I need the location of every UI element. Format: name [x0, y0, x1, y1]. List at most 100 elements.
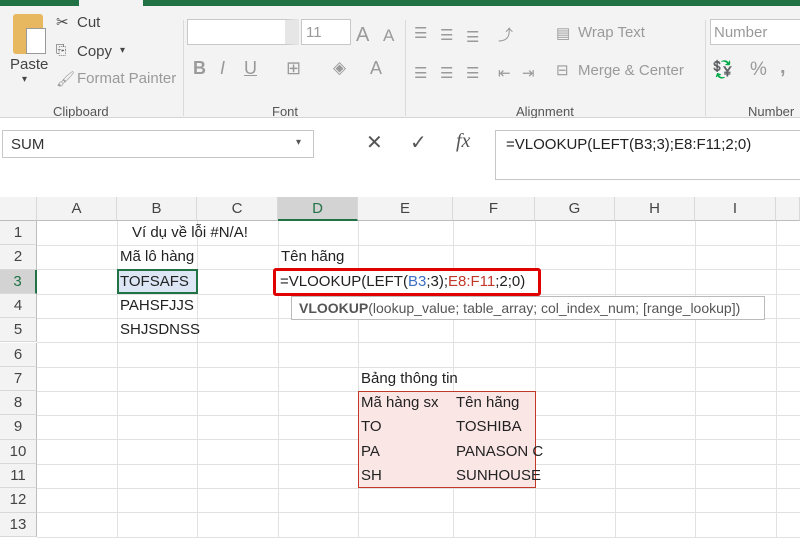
font-group-label: Font [272, 104, 299, 119]
cell-f8[interactable]: Tên hãng [453, 391, 519, 415]
paste-dropdown-icon[interactable]: ▾ [22, 74, 27, 85]
cell-e10[interactable]: PA [358, 440, 380, 464]
row-gridline [37, 342, 800, 344]
name-box[interactable]: SUM [2, 130, 314, 158]
row-header-4[interactable]: 4 [0, 293, 37, 319]
cell-b3[interactable]: TOFSAFS [117, 270, 189, 294]
row-header-9[interactable]: 9 [0, 415, 37, 440]
formula-input[interactable]: =VLOOKUP(LEFT(B3;3);E8:F11;2;0) [495, 130, 800, 180]
column-header-c[interactable]: C [197, 197, 278, 221]
cell-b4[interactable]: PAHSFJJS [117, 294, 194, 318]
wrap-text-icon[interactable]: ▤ [556, 24, 570, 42]
fill-color-icon[interactable]: ◈ [333, 58, 346, 78]
cell-f9[interactable]: TOSHIBA [453, 415, 522, 439]
borders-icon[interactable]: ⊞ [286, 58, 301, 79]
column-header-i[interactable]: I [695, 197, 776, 221]
clipboard-group-label: Clipboard [53, 104, 109, 119]
paste-icon[interactable] [13, 14, 46, 54]
font-color-button[interactable]: A [370, 58, 382, 79]
format-painter-icon[interactable]: 🖌 [56, 70, 75, 88]
increase-indent-icon[interactable]: ⇥ [522, 64, 535, 82]
number-format-select[interactable]: Number [710, 19, 800, 45]
align-middle-icon[interactable]: ☰ [440, 26, 453, 44]
align-top-icon[interactable]: ☰ [414, 24, 427, 42]
align-left-icon[interactable]: ☰ [414, 64, 427, 82]
row-header-7[interactable]: 7 [0, 366, 37, 392]
font-name-select[interactable] [187, 19, 299, 45]
bold-button[interactable]: B [193, 58, 206, 79]
row-header-5[interactable]: 5 [0, 318, 37, 343]
cell-e7[interactable]: Bảng thông tin [358, 367, 458, 391]
row-gridline [37, 488, 800, 489]
column-header-a[interactable]: A [37, 197, 117, 221]
divider [183, 20, 184, 116]
name-box-dropdown-icon[interactable]: ▾ [296, 137, 301, 148]
decrease-font-icon[interactable]: A [383, 26, 394, 46]
column-header-e[interactable]: E [358, 197, 453, 221]
copy-dropdown-icon[interactable]: ▾ [120, 45, 125, 56]
comma-button[interactable]: , [780, 56, 786, 79]
cell-d3-edit[interactable]: =VLOOKUP(LEFT(B3;3);E8:F11;2;0) [273, 268, 541, 296]
row-header-2[interactable]: 2 [0, 245, 37, 270]
format-painter-button[interactable]: Format Painter [77, 70, 176, 87]
cancel-button[interactable]: ✕ [366, 130, 383, 155]
merge-center-button[interactable]: Merge & Center [578, 62, 684, 79]
cell-e9[interactable]: TO [358, 415, 382, 439]
row-header-11[interactable]: 11 [0, 464, 37, 489]
underline-button[interactable]: U [244, 58, 257, 79]
cut-icon[interactable]: ✂ [56, 13, 69, 31]
merge-center-icon[interactable]: ⊟ [556, 61, 569, 79]
formula-part: ;3); [426, 273, 448, 290]
column-header-b[interactable]: B [117, 197, 197, 221]
cell-b1[interactable]: Ví dụ về lỗi #N/A! [129, 221, 248, 245]
orientation-icon[interactable]: ⤴ [498, 24, 513, 45]
column-gridline [695, 221, 696, 537]
row-header-8[interactable]: 8 [0, 391, 37, 416]
number-group-label: Number [748, 104, 795, 119]
copy-icon[interactable]: ⎘ [56, 42, 66, 58]
copy-button[interactable]: Copy [77, 43, 112, 60]
tooltip-args: (lookup_value; table_array; col_index_nu… [368, 300, 741, 316]
currency-icon[interactable]: 💱 [712, 60, 733, 80]
increase-font-icon[interactable]: A [356, 24, 369, 47]
paste-button[interactable]: Paste [10, 56, 48, 73]
cell-b2[interactable]: Mã lô hàng [117, 245, 194, 269]
row-header-6[interactable]: 6 [0, 342, 37, 367]
row-header-13[interactable]: 13 [0, 512, 37, 537]
font-size-select[interactable]: 11 [301, 19, 351, 45]
row-header-1[interactable]: 1 [0, 221, 37, 246]
formula-ref-b3: B3 [407, 273, 427, 290]
row-header-12[interactable]: 12 [0, 488, 37, 513]
cut-button[interactable]: Cut [77, 14, 100, 31]
align-right-icon[interactable]: ☰ [466, 64, 479, 82]
italic-button[interactable]: I [220, 58, 225, 79]
tooltip-function-name[interactable]: VLOOKUP [299, 300, 368, 316]
align-bottom-icon[interactable]: ☰ [466, 28, 479, 46]
enter-button[interactable]: ✓ [410, 130, 427, 155]
insert-function-button[interactable]: fx [456, 130, 470, 153]
cell-f10[interactable]: PANASON C [453, 440, 543, 464]
column-header-d[interactable]: D [278, 197, 358, 221]
select-all-button[interactable] [0, 197, 37, 221]
column-header-f[interactable]: F [453, 197, 535, 221]
align-center-icon[interactable]: ☰ [440, 64, 453, 82]
cell-f11[interactable]: SUNHOUSE [453, 464, 541, 488]
cell-d2[interactable]: Tên hãng [278, 245, 344, 269]
cell-e8[interactable]: Mã hàng sx [358, 391, 439, 415]
decrease-indent-icon[interactable]: ⇤ [498, 64, 511, 82]
column-header-g[interactable]: G [535, 197, 615, 221]
cell-e11[interactable]: SH [358, 464, 382, 488]
divider [705, 20, 706, 116]
wrap-text-button[interactable]: Wrap Text [578, 24, 645, 41]
column-gridline [615, 221, 616, 537]
row-header-3[interactable]: 3 [0, 269, 37, 294]
formula-ref-range: E8:F11 [448, 273, 496, 290]
row-header-10[interactable]: 10 [0, 439, 37, 464]
column-header-j[interactable] [776, 197, 800, 221]
column-header-h[interactable]: H [615, 197, 695, 221]
formula-part: ;2;0) [495, 273, 526, 290]
cell-b5[interactable]: SHJSDNSS [117, 318, 200, 342]
percent-button[interactable]: % [750, 59, 767, 81]
formula-part: =VLOOKUP(LEFT( [280, 273, 408, 290]
column-gridline [776, 221, 777, 537]
